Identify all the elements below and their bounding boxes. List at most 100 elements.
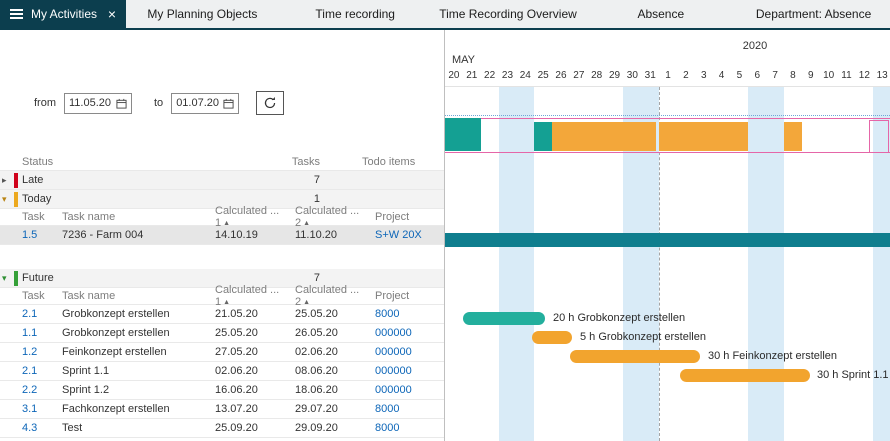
project-link[interactable]: 000000 [375, 327, 444, 339]
collapse-icon[interactable]: ▾ [0, 194, 14, 205]
project-link[interactable]: 000000 [375, 365, 444, 377]
calendar-icon[interactable] [116, 98, 127, 109]
project-link[interactable]: 000000 [375, 346, 444, 358]
task-name-col-header: Task name [62, 211, 215, 223]
project-col-header: Project [375, 211, 444, 223]
gantt-summary-bar[interactable] [445, 233, 890, 247]
project-col-header: Project [375, 290, 444, 302]
refresh-button[interactable] [256, 91, 284, 115]
day-tick: 1 [659, 70, 677, 81]
day-tick: 7 [766, 70, 784, 81]
day-tick: 30 [623, 70, 641, 81]
status-column-header: Status [22, 156, 53, 168]
tab-time-recording[interactable]: Time recording [279, 0, 432, 28]
gantt-bar-grobkonzept-1[interactable] [463, 312, 545, 325]
table-row[interactable]: 1.2 Feinkonzept erstellen 27.05.20 02.06… [0, 343, 444, 362]
task-list-panel: from 11.05.20 to 01.07.20 Status Tasks [0, 30, 444, 441]
tab-my-planning-objects[interactable]: My Planning Objects [126, 0, 279, 28]
gantt-year-label: 2020 [725, 40, 785, 52]
day-tick: 26 [552, 70, 570, 81]
task-number-link[interactable]: 2.2 [0, 384, 62, 396]
tab-time-recording-overview[interactable]: Time Recording Overview [432, 0, 585, 28]
task-name: Fachkonzept erstellen [62, 403, 215, 415]
day-tick: 24 [516, 70, 534, 81]
day-tick: 11 [838, 70, 856, 81]
from-date-input[interactable]: 11.05.20 [64, 93, 132, 114]
task-number-link[interactable]: 2.1 [0, 365, 62, 377]
project-link[interactable]: 8000 [375, 308, 444, 320]
table-row[interactable]: 1.1 Grobkonzept erstellen 25.05.20 26.05… [0, 324, 444, 343]
histogram-segment [445, 118, 481, 151]
histogram-segment [659, 122, 748, 151]
table-row[interactable]: 2.1 Grobkonzept erstellen 21.05.20 25.05… [0, 305, 444, 324]
task-name: 7236 - Farm 004 [62, 229, 215, 241]
group-label: Future [22, 272, 54, 284]
expand-icon[interactable]: ▸ [0, 175, 14, 186]
calc-date-1: 14.10.19 [215, 229, 295, 241]
day-tick: 31 [641, 70, 659, 81]
calendar-icon[interactable] [223, 98, 234, 109]
task-col-header: Task [0, 290, 62, 302]
collapse-icon[interactable]: ▾ [0, 273, 14, 284]
calc-date-1: 21.05.20 [215, 308, 295, 320]
day-tick: 2 [677, 70, 695, 81]
task-name-col-header: Task name [62, 290, 215, 302]
task-number-link[interactable]: 3.1 [0, 403, 62, 415]
day-tick: 9 [802, 70, 820, 81]
day-tick: 20 [445, 70, 463, 81]
calc-date-2: 02.06.20 [295, 346, 375, 358]
from-date-value: 11.05.20 [69, 97, 113, 109]
table-row[interactable]: 2.2 Sprint 1.2 16.06.20 18.06.20 000000 [0, 381, 444, 400]
gantt-bar-grobkonzept-2[interactable] [532, 331, 572, 344]
day-tick: 3 [695, 70, 713, 81]
gantt-bar-label: 30 h Sprint 1.1 [817, 369, 889, 382]
column-header-row: Task Task name Calculated ... 1▲ Calcula… [0, 288, 444, 305]
day-tick: 25 [534, 70, 552, 81]
group-label: Late [22, 174, 43, 186]
table-row[interactable]: 1.5 7236 - Farm 004 14.10.19 11.10.20 S+… [0, 226, 444, 245]
task-number-link[interactable]: 4.3 [0, 422, 62, 434]
gantt-bar-sprint-1-1[interactable] [680, 369, 810, 382]
today-status-bar [14, 192, 18, 207]
menu-icon[interactable] [10, 7, 23, 21]
gantt-chart-area: 20 h Grobkonzept erstellen 5 h Grobkonze… [445, 86, 890, 441]
to-date-input[interactable]: 01.07.20 [171, 93, 239, 114]
tab-absence[interactable]: Absence [584, 0, 737, 28]
table-row[interactable]: 3.1 Fachkonzept erstellen 13.07.20 29.07… [0, 400, 444, 419]
future-status-bar [14, 271, 18, 286]
late-status-bar [14, 173, 18, 188]
task-name: Feinkonzept erstellen [62, 346, 215, 358]
group-task-count: 7 [314, 174, 320, 186]
tab-department-absence[interactable]: Department: Absence [737, 0, 890, 28]
task-table: Status Tasks Todo items ▸ Late 7 ▾ Today… [0, 154, 444, 438]
project-link[interactable]: S+W 20X [375, 229, 444, 241]
task-number-link[interactable]: 1.2 [0, 346, 62, 358]
capacity-outline-box [869, 120, 889, 153]
task-name: Grobkonzept erstellen [62, 308, 215, 320]
task-number-link[interactable]: 1.1 [0, 327, 62, 339]
calc-date-1: 27.05.20 [215, 346, 295, 358]
date-filter-row: from 11.05.20 to 01.07.20 [34, 91, 284, 115]
calc-date-1: 13.07.20 [215, 403, 295, 415]
group-row-late[interactable]: ▸ Late 7 [0, 171, 444, 190]
status-header-row: Status Tasks Todo items [0, 154, 444, 171]
table-row[interactable]: 2.1 Sprint 1.1 02.06.20 08.06.20 000000 [0, 362, 444, 381]
capacity-histogram [445, 118, 890, 153]
column-header-row: Task Task name Calculated ... 1▲ Calcula… [0, 209, 444, 226]
project-link[interactable]: 8000 [375, 403, 444, 415]
close-icon[interactable]: × [108, 7, 116, 21]
task-name: Test [62, 422, 215, 434]
task-number-link[interactable]: 1.5 [0, 229, 62, 241]
project-link[interactable]: 8000 [375, 422, 444, 434]
gantt-bar-label: 20 h Grobkonzept erstellen [553, 312, 685, 325]
project-link[interactable]: 000000 [375, 384, 444, 396]
task-col-header: Task [0, 211, 62, 223]
gantt-bar-feinkonzept[interactable] [570, 350, 700, 363]
calc-date-2: 29.07.20 [295, 403, 375, 415]
task-number-link[interactable]: 2.1 [0, 308, 62, 320]
gantt-day-scale: 20 21 22 23 24 25 26 27 28 29 30 31 1 2 … [445, 70, 890, 81]
tab-my-activities[interactable]: My Activities × [0, 0, 126, 28]
histogram-segment [784, 122, 802, 151]
table-row[interactable]: 4.3 Test 25.09.20 29.09.20 8000 [0, 419, 444, 438]
capacity-reference-line [445, 115, 890, 116]
